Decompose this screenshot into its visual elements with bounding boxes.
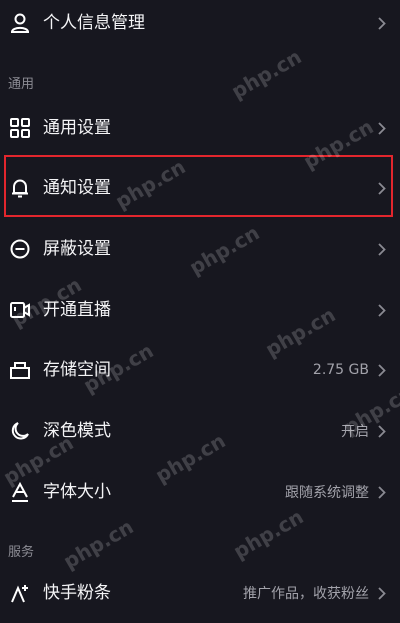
bell-icon [8, 176, 32, 200]
storage-box-icon [8, 358, 32, 382]
settings-row-notifications[interactable]: 通知设置 [0, 158, 400, 218]
settings-row-label: 快手粉条 [43, 583, 111, 603]
chevron-right-icon [376, 485, 388, 499]
settings-row-font-size[interactable]: 字体大小 跟随系统调整 [0, 462, 400, 522]
storage-value: 2.75 GB [312, 362, 369, 378]
video-icon [8, 298, 32, 322]
settings-row-label: 屏蔽设置 [43, 239, 111, 259]
chevron-right-icon [376, 363, 388, 377]
settings-row-label: 字体大小 [43, 482, 111, 502]
watermark: php.cn [227, 44, 306, 104]
settings-row-block[interactable]: 屏蔽设置 [0, 219, 400, 279]
font-size-value: 跟随系统调整 [285, 485, 369, 501]
person-icon [8, 11, 32, 35]
chevron-right-icon [376, 16, 388, 30]
chevron-right-icon [376, 303, 388, 317]
grid-icon [8, 116, 32, 140]
font-size-icon [8, 480, 32, 504]
chevron-right-icon [376, 181, 388, 195]
settings-row-live[interactable]: 开通直播 [0, 280, 400, 340]
settings-row-kuaishou-fans[interactable]: 快手粉条 推广作品，收获粉丝 [0, 563, 400, 623]
settings-row-profile[interactable]: 个人信息管理 [0, 0, 400, 53]
chevron-right-icon [376, 121, 388, 135]
section-header-general: 通用 [8, 77, 35, 92]
settings-row-label: 深色模式 [43, 421, 111, 441]
fans-boost-icon [8, 581, 32, 605]
chevron-right-icon [376, 242, 388, 256]
settings-row-dark-mode[interactable]: 深色模式 开启 [0, 401, 400, 461]
dark-mode-value: 开启 [341, 424, 369, 440]
settings-row-label: 开通直播 [43, 300, 111, 320]
chevron-right-icon [376, 586, 388, 600]
settings-row-label: 通用设置 [43, 118, 111, 138]
settings-row-label: 存储空间 [43, 360, 111, 380]
section-header-services: 服务 [8, 545, 35, 560]
settings-row-general[interactable]: 通用设置 [0, 98, 400, 158]
moon-icon [8, 419, 32, 443]
minus-circle-icon [8, 237, 32, 261]
chevron-right-icon [376, 424, 388, 438]
kuaishou-fans-value: 推广作品，收获粉丝 [243, 586, 369, 602]
settings-row-storage[interactable]: 存储空间 2.75 GB [0, 340, 400, 400]
settings-row-label: 个人信息管理 [43, 13, 145, 33]
settings-row-label: 通知设置 [43, 178, 111, 198]
